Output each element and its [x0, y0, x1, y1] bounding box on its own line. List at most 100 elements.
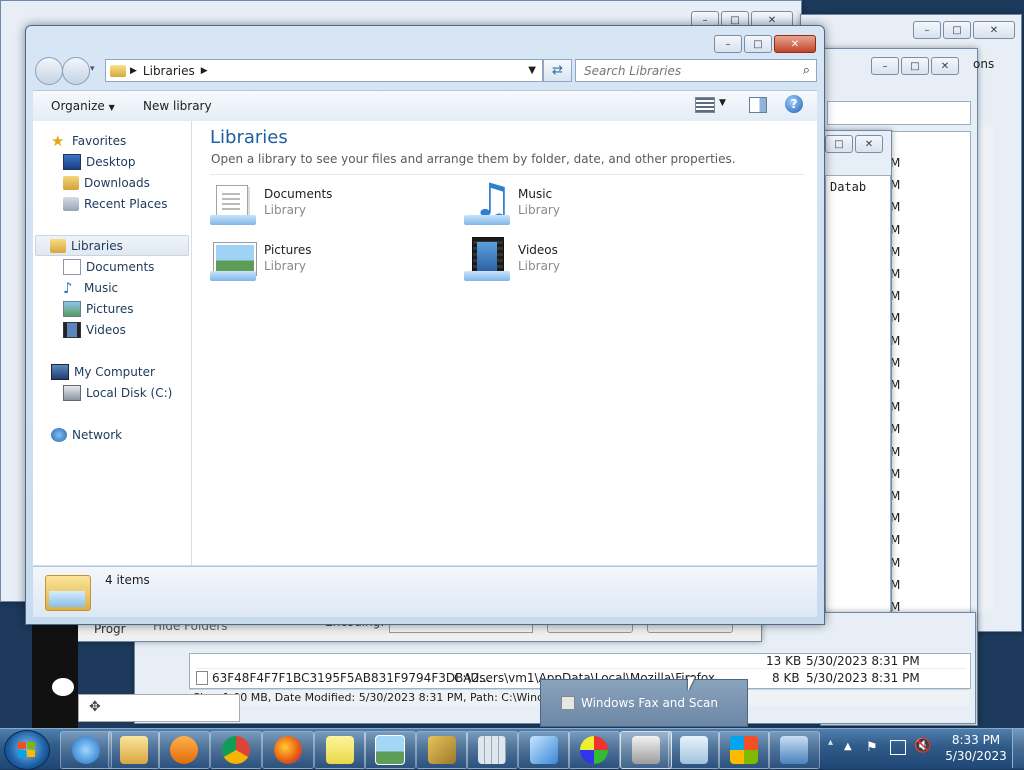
taskbar-send[interactable] [518, 731, 570, 769]
nav-pictures[interactable]: Pictures [63, 299, 134, 318]
nav-label: Libraries [71, 238, 123, 253]
search-icon[interactable]: ⌕ [803, 63, 810, 78]
nav-label: My Computer [74, 364, 155, 379]
bg3-input[interactable] [827, 101, 971, 125]
row-date: 5/30/2023 8:31 PM [806, 671, 920, 685]
close-icon[interactable]: ✕ [973, 21, 1015, 39]
nav-my-computer[interactable]: My Computer [51, 362, 155, 381]
clock-time: 8:33 PM [951, 733, 1001, 747]
nav-videos[interactable]: Videos [63, 320, 126, 339]
taskbar-photo-viewer[interactable] [364, 731, 416, 769]
taskbar-firefox[interactable] [262, 731, 314, 769]
taskbar-windows-app[interactable] [718, 731, 770, 769]
show-hidden-icons-icon[interactable]: ▲ [844, 741, 852, 752]
breadcrumb-libraries[interactable]: Libraries [143, 64, 195, 78]
datab-text: Datab [830, 180, 867, 194]
minimize-icon[interactable]: – [913, 21, 941, 39]
computer-icon [51, 363, 69, 380]
taskbar: ▴ ▲ ⚑ 🔇 8:33 PM 5/30/2023 [0, 728, 1024, 770]
address-dropdown-icon[interactable]: ▼ [528, 65, 536, 76]
library-pictures[interactable]: Pictures Library [210, 237, 430, 287]
tray-scroll-icon[interactable]: ▴ [828, 737, 833, 748]
statusbar-text: Size: 1.00 MB, Date Modified: 5/30/2023 … [193, 691, 582, 704]
taskbar-media-player[interactable] [158, 731, 210, 769]
windows-flag-icon [730, 736, 758, 764]
caption-buttons: – □ ✕ [714, 35, 816, 53]
close-icon[interactable]: ✕ [931, 57, 959, 75]
library-music[interactable]: ♫ Music Library [464, 177, 684, 231]
desktop-icon [63, 153, 81, 170]
breadcrumb-arrow-icon[interactable]: ▶ [201, 66, 208, 76]
forward-button[interactable] [62, 57, 90, 85]
sticky-notes-icon [326, 736, 354, 764]
recent-pages-chevron-icon[interactable]: ▾ [90, 64, 95, 74]
taskbar-chrome[interactable] [210, 731, 262, 769]
refresh-icon[interactable]: ⇄ [543, 59, 572, 82]
breadcrumb-arrow-icon[interactable]: ▶ [130, 66, 137, 76]
address-bar[interactable]: ▶ Libraries ▶ ▼ [105, 59, 543, 82]
organize-button[interactable]: Organize ▼ [51, 99, 115, 113]
mouse-cursor-icon [688, 677, 695, 691]
nav-downloads[interactable]: Downloads [63, 173, 150, 192]
nav-local-disk[interactable]: Local Disk (C:) [63, 383, 172, 402]
network-tray-icon[interactable] [890, 740, 906, 755]
library-name: Documents [264, 187, 333, 201]
fax-scan-icon [561, 696, 575, 710]
close-icon[interactable]: ✕ [855, 135, 883, 153]
documents-library-icon [210, 181, 258, 229]
taskbar-paint[interactable] [568, 731, 620, 769]
action-center-flag-icon[interactable]: ⚑ [866, 740, 878, 755]
music-icon: ♪ [63, 278, 73, 297]
new-library-button[interactable]: New library [143, 99, 212, 113]
view-dropdown-icon[interactable]: ▼ [719, 98, 726, 108]
maximize-icon[interactable]: □ [943, 21, 971, 39]
nav-favorites[interactable]: ★ Favorites [51, 131, 126, 150]
file-icon [196, 671, 208, 685]
show-desktop-button[interactable] [1012, 729, 1024, 768]
maximize-icon[interactable]: □ [825, 135, 853, 153]
move-icon[interactable]: ✥ [89, 699, 101, 715]
start-button[interactable] [4, 730, 50, 770]
close-icon[interactable]: ✕ [774, 35, 816, 53]
help-icon[interactable]: ? [785, 95, 803, 113]
nav-label: Downloads [84, 175, 150, 190]
library-documents[interactable]: Documents Library [210, 181, 430, 231]
background-window-4[interactable]: □ ✕ Datab [824, 130, 892, 648]
taskbar-internet-explorer[interactable] [60, 731, 112, 769]
nav-network[interactable]: Network [51, 425, 122, 444]
bg4-binary-text: Datab [825, 175, 891, 625]
bg2-caption-buttons: – □ ✕ [913, 21, 1015, 39]
libraries-large-icon [45, 571, 91, 613]
taskbar-sticky-notes[interactable] [314, 731, 366, 769]
maximize-icon[interactable]: □ [901, 57, 929, 75]
internet-explorer-icon [72, 736, 100, 764]
table-row[interactable]: 13 KB 5/30/2023 8:31 PM [196, 654, 966, 669]
nav-documents[interactable]: Documents [63, 257, 154, 276]
nav-libraries[interactable]: Libraries [35, 235, 189, 256]
minimize-icon[interactable]: – [871, 57, 899, 75]
back-button[interactable] [35, 57, 63, 85]
taskbar-key-tool[interactable] [416, 731, 468, 769]
taskbar-explorer[interactable] [108, 731, 160, 769]
minimize-icon[interactable]: – [714, 35, 742, 53]
tooltip-label: Windows Fax and Scan [581, 696, 719, 710]
volume-muted-icon[interactable]: 🔇 [914, 738, 931, 754]
taskbar-thumbnail-tooltip[interactable]: Windows Fax and Scan [540, 679, 748, 727]
tray-clock[interactable]: 8:33 PM 5/30/2023 [944, 732, 1008, 764]
taskbar-notepad[interactable] [668, 731, 720, 769]
nav-music[interactable]: ♪ Music [63, 278, 118, 297]
preview-pane-icon[interactable] [749, 97, 767, 113]
row-name: 63F48F4F7F1BC3195F5AB831F9794F3DBA2... [212, 671, 491, 685]
change-view-icon[interactable] [695, 97, 715, 113]
search-box[interactable]: ⌕ [575, 59, 817, 82]
explorer-window[interactable]: – □ ✕ ▾ ▶ Libraries ▶ ▼ ⇄ ⌕ Organize ▼ N… [25, 25, 825, 625]
taskbar-control-panel[interactable] [768, 731, 820, 769]
taskbar-fax-scan[interactable] [620, 731, 672, 769]
search-input[interactable] [582, 62, 803, 79]
maximize-icon[interactable]: □ [744, 35, 772, 53]
nav-desktop[interactable]: Desktop [63, 152, 136, 171]
nav-recent-places[interactable]: Recent Places [63, 194, 167, 213]
bg2-scrollbar[interactable] [977, 127, 994, 611]
library-videos[interactable]: Videos Library [464, 237, 684, 287]
taskbar-calculator[interactable] [466, 731, 518, 769]
